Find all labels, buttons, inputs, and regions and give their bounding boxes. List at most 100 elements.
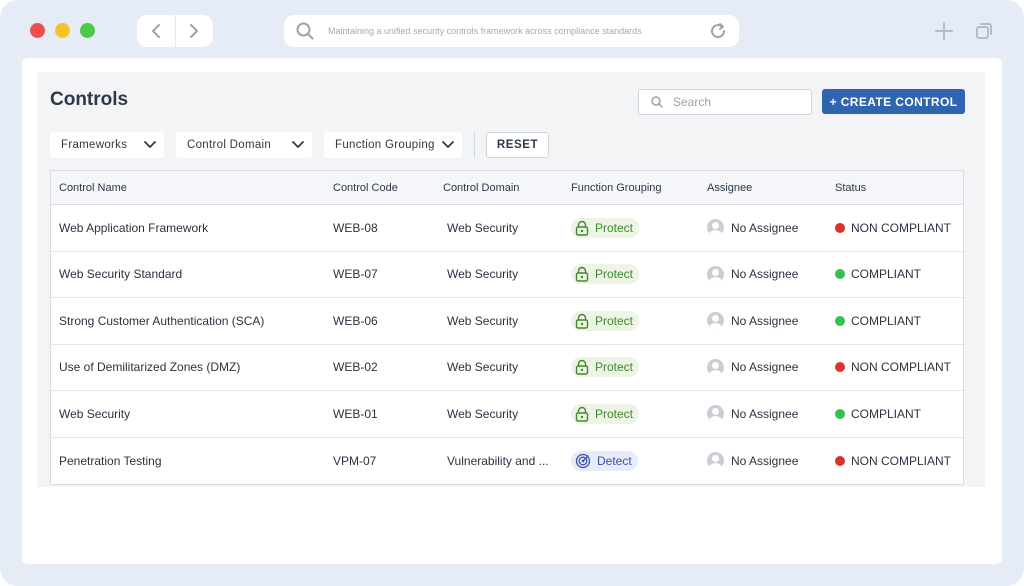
control-name[interactable]: Web Security Standard: [59, 267, 182, 281]
window-controls: [30, 23, 95, 38]
function-grouping: Protect: [571, 403, 640, 424]
address-bar[interactable]: Maintaining a unified security controls …: [284, 15, 739, 47]
table-row[interactable]: Strong Customer Authentication (SCA) WEB…: [51, 298, 963, 345]
lock-icon: [575, 313, 589, 329]
lock-icon: [575, 266, 589, 282]
forward-button[interactable]: [174, 15, 214, 47]
filter-label: Function Grouping: [335, 139, 435, 151]
status: COMPLIANT: [835, 407, 921, 421]
control-code: WEB-01: [333, 406, 378, 421]
create-control-button[interactable]: + CREATE CONTROL: [822, 89, 965, 114]
table-row[interactable]: Use of Demilitarized Zones (DMZ) WEB-02 …: [51, 345, 963, 391]
assignee-name: No Assignee: [731, 360, 799, 375]
chevron-left-icon: [151, 24, 160, 38]
assignee-name: No Assignee: [731, 453, 799, 468]
control-domain: Web Security: [447, 360, 519, 375]
avatar: [707, 312, 724, 330]
function-label: Protect: [595, 406, 634, 421]
function-badge: Protect: [571, 403, 640, 424]
table-row[interactable]: Web Application Framework WEB-08 Web Sec…: [51, 205, 963, 252]
filter-label: Control Domain: [187, 139, 272, 151]
status-dot: [835, 455, 845, 466]
header-control-code[interactable]: Control Code: [333, 182, 398, 194]
function-grouping: Protect: [571, 357, 640, 378]
control-domain-filter[interactable]: Control Domain: [176, 132, 312, 158]
assignee[interactable]: No Assignee: [707, 452, 799, 470]
reload-icon[interactable]: [709, 22, 727, 40]
assignee-name: No Assignee: [731, 220, 799, 235]
status: COMPLIANT: [835, 314, 921, 328]
chevron-down-icon: [292, 141, 304, 148]
status-dot: [835, 408, 845, 419]
assignee[interactable]: No Assignee: [707, 358, 799, 376]
search-icon: [651, 96, 663, 108]
assignee[interactable]: No Assignee: [707, 312, 799, 330]
control-name[interactable]: Penetration Testing: [59, 454, 162, 468]
avatar: [707, 452, 724, 470]
window-actions: [934, 21, 994, 41]
status-label: COMPLIANT: [851, 406, 922, 421]
close-window-button[interactable]: [30, 23, 45, 38]
header-control-name[interactable]: Control Name: [59, 182, 127, 194]
back-button[interactable]: [137, 15, 175, 47]
assignee[interactable]: No Assignee: [707, 219, 799, 237]
avatar: [707, 265, 724, 283]
search-placeholder: Search: [673, 95, 712, 109]
status: NON COMPLIANT: [835, 221, 951, 235]
status-dot: [835, 222, 845, 233]
table-body: Web Application Framework WEB-08 Web Sec…: [51, 205, 963, 484]
minimize-window-button[interactable]: [55, 23, 70, 38]
header-function-grouping[interactable]: Function Grouping: [571, 182, 662, 194]
status-label: NON COMPLIANT: [851, 220, 952, 235]
function-grouping: Protect: [571, 264, 640, 285]
status-label: NON COMPLIANT: [851, 360, 952, 375]
controls-table: Control Name Control Code Control Domain…: [50, 170, 964, 485]
control-domain: Web Security: [447, 267, 519, 282]
function-label: Protect: [595, 267, 634, 282]
control-domain: Web Security: [447, 313, 519, 328]
control-name[interactable]: Web Security: [59, 407, 130, 421]
function-label: Protect: [595, 220, 634, 235]
radar-icon: [575, 453, 591, 469]
assignee[interactable]: No Assignee: [707, 405, 799, 423]
status-label: NON COMPLIANT: [851, 453, 952, 468]
function-badge: Protect: [571, 310, 640, 331]
control-domain: Vulnerability and ...: [447, 453, 549, 468]
search-input[interactable]: Search: [638, 89, 812, 115]
control-code: WEB-07: [333, 267, 378, 282]
lock-icon: [575, 406, 589, 422]
assignee-name: No Assignee: [731, 406, 799, 421]
navigation-buttons: [137, 15, 213, 47]
address-text: Maintaining a unified security controls …: [328, 26, 642, 36]
header-control-domain[interactable]: Control Domain: [443, 182, 519, 194]
function-badge: Protect: [571, 217, 640, 238]
plus-icon[interactable]: [934, 21, 954, 41]
function-grouping-filter[interactable]: Function Grouping: [324, 132, 462, 158]
header-assignee[interactable]: Assignee: [707, 182, 752, 194]
control-name[interactable]: Web Application Framework: [59, 221, 208, 235]
table-row[interactable]: Web Security Standard WEB-07 Web Securit…: [51, 252, 963, 298]
table-row[interactable]: Penetration Testing VPM-07 Vulnerability…: [51, 438, 963, 485]
page-title: Controls: [50, 89, 129, 110]
chevron-down-icon: [144, 141, 156, 148]
avatar: [707, 358, 724, 376]
control-code: WEB-06: [333, 313, 378, 328]
control-name[interactable]: Strong Customer Authentication (SCA): [59, 314, 264, 328]
header-status[interactable]: Status: [835, 182, 866, 194]
chevron-right-icon: [190, 24, 199, 38]
function-label: Protect: [595, 313, 634, 328]
status-dot: [835, 315, 845, 326]
function-badge: Protect: [571, 357, 640, 378]
assignee[interactable]: No Assignee: [707, 265, 798, 283]
lock-icon: [575, 220, 589, 236]
frameworks-filter[interactable]: Frameworks: [50, 132, 164, 158]
reset-button[interactable]: RESET: [486, 132, 549, 158]
control-name[interactable]: Use of Demilitarized Zones (DMZ): [59, 360, 240, 374]
tabs-icon[interactable]: [974, 21, 994, 41]
maximize-window-button[interactable]: [80, 23, 95, 38]
table-row[interactable]: Web Security WEB-01 Web Security Protect…: [51, 391, 963, 438]
function-label: Protect: [595, 360, 634, 375]
assignee-name: No Assignee: [731, 313, 799, 328]
avatar: [707, 405, 724, 423]
status-dot: [835, 362, 845, 373]
